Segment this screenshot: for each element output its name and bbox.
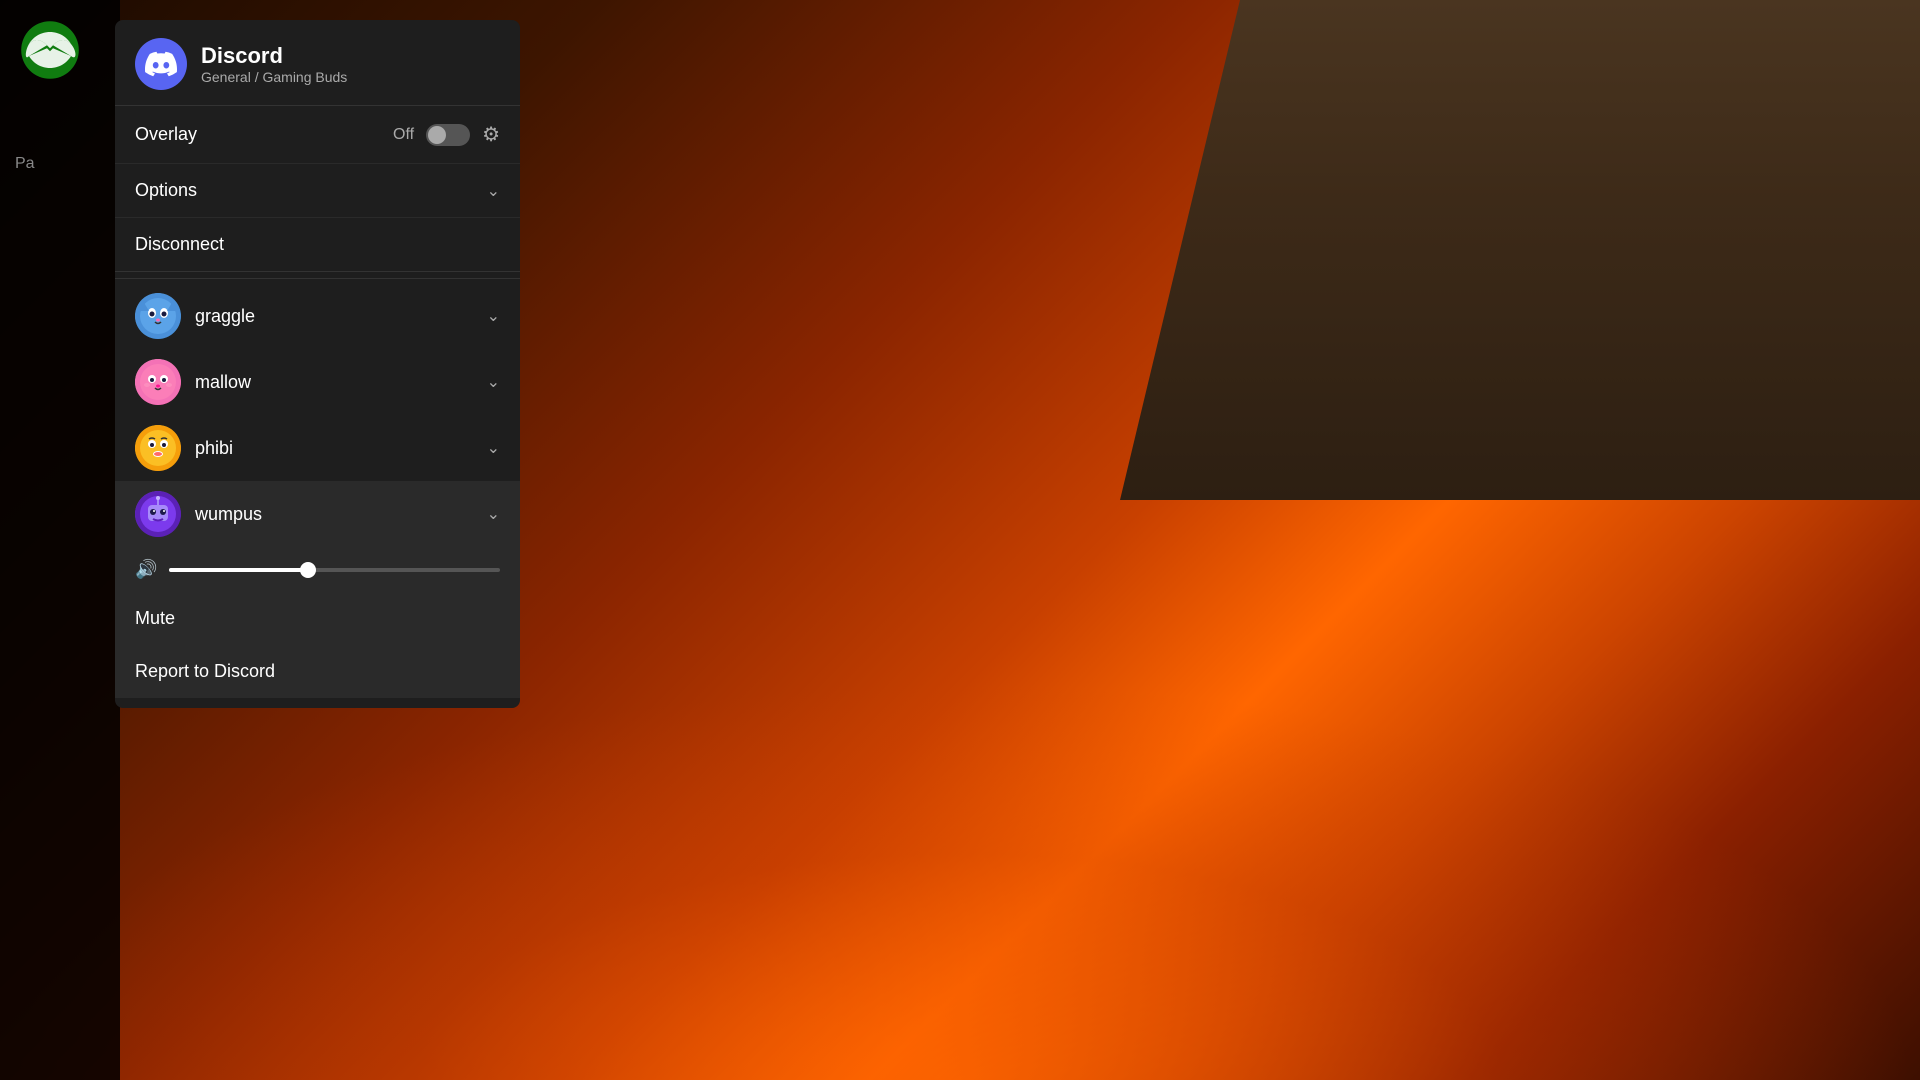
user-name-wumpus: wumpus [195, 504, 262, 525]
sidebar-text-1: Pa [15, 155, 35, 173]
volume-slider-track[interactable] [169, 568, 500, 572]
user-row-left-mallow: mallow [135, 359, 251, 405]
mallow-chevron-icon: ⌄ [487, 372, 500, 392]
options-label: Options [135, 180, 197, 201]
overlay-label: Overlay [135, 124, 197, 145]
discord-panel: Discord General / Gaming Buds Overlay Of… [115, 20, 520, 708]
options-row[interactable]: Options ⌄ [115, 164, 520, 218]
wumpus-chevron-icon: ⌄ [487, 504, 500, 524]
overlay-status: Off [393, 126, 414, 144]
volume-row: 🔊 [115, 547, 520, 592]
mute-button[interactable]: Mute [115, 592, 520, 645]
user-row-mallow[interactable]: mallow ⌄ [115, 349, 520, 415]
overlay-row: Overlay Off ⚙ [115, 106, 520, 164]
xbox-logo[interactable] [20, 20, 80, 80]
volume-slider-fill [169, 568, 308, 572]
divider [115, 278, 520, 279]
volume-icon: 🔊 [135, 559, 157, 580]
avatar-phibi-inner [135, 425, 181, 471]
user-name-mallow: mallow [195, 372, 251, 393]
avatar-mallow [135, 359, 181, 405]
discord-logo-icon [135, 38, 187, 90]
gear-icon[interactable]: ⚙ [482, 122, 500, 147]
user-row-left-phibi: phibi [135, 425, 233, 471]
report-button[interactable]: Report to Discord [115, 645, 520, 698]
wumpus-expanded-section: wumpus ⌄ 🔊 Mute Report to Discord [115, 481, 520, 698]
user-name-phibi: phibi [195, 438, 233, 459]
overlay-toggle[interactable] [426, 124, 470, 146]
report-label: Report to Discord [135, 661, 275, 681]
toggle-thumb [428, 126, 446, 144]
user-row-left-graggle: graggle [135, 293, 255, 339]
lava-glow [0, 680, 1920, 1080]
graggle-chevron-icon: ⌄ [487, 306, 500, 326]
stone-wall [1120, 0, 1920, 500]
user-row-graggle[interactable]: graggle ⌄ [115, 283, 520, 349]
app-title: Discord [201, 43, 347, 69]
avatar-wumpus [135, 491, 181, 537]
panel-header-text: Discord General / Gaming Buds [201, 43, 347, 85]
app-subtitle: General / Gaming Buds [201, 69, 347, 85]
user-row-phibi[interactable]: phibi ⌄ [115, 415, 520, 481]
avatar-graggle-inner [135, 293, 181, 339]
panel-header: Discord General / Gaming Buds [115, 20, 520, 106]
user-row-wumpus[interactable]: wumpus ⌄ [115, 481, 520, 547]
avatar-phibi [135, 425, 181, 471]
avatar-wumpus-inner [135, 491, 181, 537]
disconnect-row[interactable]: Disconnect [115, 218, 520, 272]
sidebar-content: Pa [15, 155, 35, 223]
avatar-mallow-inner [135, 359, 181, 405]
user-row-left-wumpus: wumpus [135, 491, 262, 537]
avatar-graggle [135, 293, 181, 339]
phibi-chevron-icon: ⌄ [487, 438, 500, 458]
mute-label: Mute [135, 608, 175, 628]
options-chevron-icon: ⌄ [487, 181, 500, 201]
volume-slider-thumb[interactable] [300, 562, 316, 578]
overlay-controls: Off ⚙ [393, 122, 500, 147]
disconnect-label: Disconnect [135, 234, 224, 255]
user-name-graggle: graggle [195, 306, 255, 327]
